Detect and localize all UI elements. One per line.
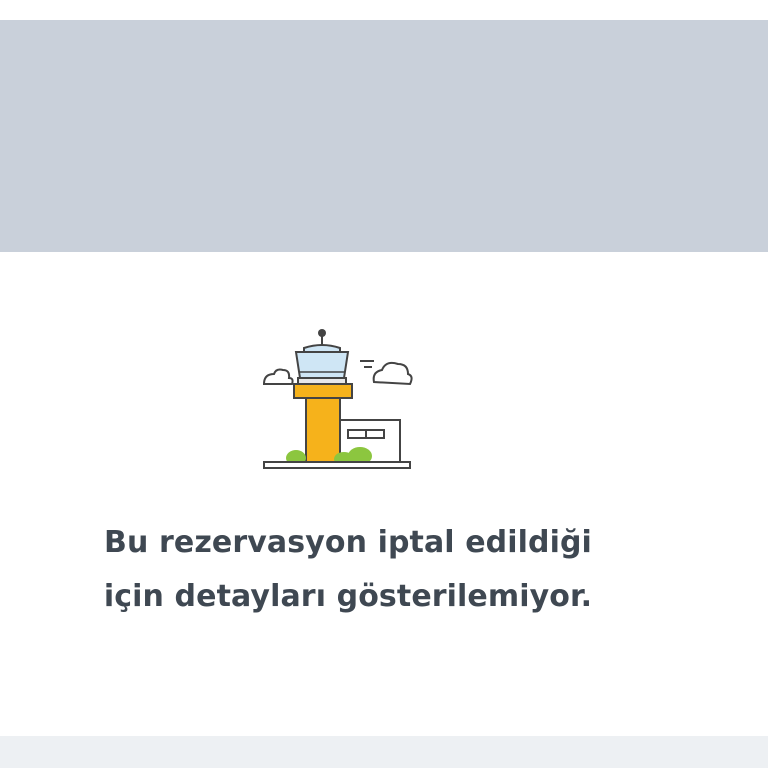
message-line-2: için detayları gösterilemiyor.	[103, 579, 593, 614]
footer-strip	[0, 736, 768, 768]
header-banner-placeholder	[0, 20, 768, 252]
airport-control-tower-icon	[258, 326, 418, 476]
message-line-1: Bu rezervasyon iptal edildiği	[104, 525, 592, 560]
cancellation-message: Bu rezervasyon iptal edildiği için detay…	[60, 516, 636, 624]
top-strip	[0, 0, 768, 20]
page: Bu rezervasyon iptal edildiği için detay…	[0, 0, 768, 768]
